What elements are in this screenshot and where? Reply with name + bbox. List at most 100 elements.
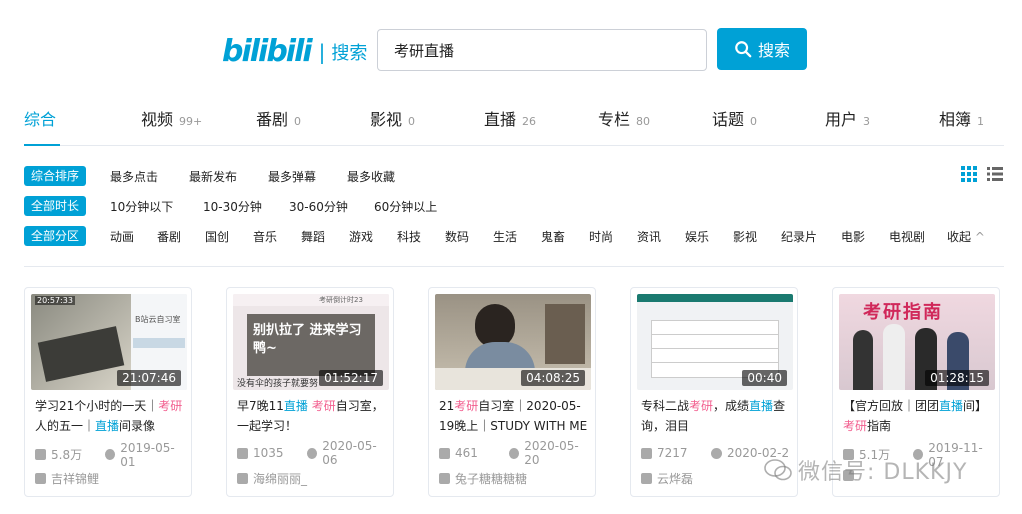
- video-title[interactable]: 21考研自习室｜2020-05-19晚上｜STUDY WITH ME: [439, 396, 589, 436]
- video-meta: 461 2020-05-20: [439, 439, 589, 467]
- zone-option[interactable]: 音乐: [253, 228, 277, 245]
- play-count: 1035: [253, 446, 284, 460]
- uploader-name: 海绵丽丽_: [253, 472, 308, 486]
- uploader[interactable]: 兔子糖糖糖糖: [439, 470, 527, 487]
- zone-option[interactable]: 电影: [841, 228, 865, 245]
- search-icon: [735, 41, 752, 58]
- duration-option-30-60[interactable]: 30-60分钟: [289, 198, 348, 215]
- uploader[interactable]: 吉祥锦鲤: [35, 470, 99, 487]
- thumb-timestamp: 20:57:33: [35, 296, 75, 305]
- video-duration: 00:40: [742, 370, 787, 386]
- zone-option[interactable]: 生活: [493, 228, 517, 245]
- title-text: 学习21个小时的一天｜: [35, 399, 159, 413]
- zone-option[interactable]: 鬼畜: [541, 228, 565, 245]
- zone-option[interactable]: 影视: [733, 228, 757, 245]
- zone-option[interactable]: 娱乐: [685, 228, 709, 245]
- video-thumbnail[interactable]: 20:57:33 B站云自习室 21:07:46: [31, 294, 187, 390]
- title-text: 【官方回放｜团团: [843, 399, 940, 413]
- zone-option[interactable]: 纪录片: [781, 228, 817, 245]
- video-meta: 1035 2020-05-06: [237, 439, 387, 467]
- title-text: 21: [439, 399, 455, 413]
- clock-icon: [307, 447, 318, 459]
- tab-count: 3: [863, 115, 871, 128]
- video-card[interactable]: 04:08:25 21考研自习室｜2020-05-19晚上｜STUDY WITH…: [428, 287, 596, 497]
- zone-filter-row: 全部分区 动画 番剧 国创 音乐 舞蹈 游戏 科技 数码 生活 鬼畜 时尚 资讯…: [24, 226, 1004, 246]
- tab-all[interactable]: 综合: [24, 106, 56, 130]
- search-tabs: 综合 视频 99+ 番剧 0 影视 0 直播 26 专栏 80 话题 0 用户 3 相簿 1: [24, 102, 1004, 146]
- title-keyword: 考研: [689, 399, 714, 413]
- thumb-top-caption: 考研倒计时23: [319, 296, 363, 304]
- zone-option[interactable]: 电视剧: [889, 228, 925, 245]
- video-title[interactable]: 【官方回放｜团团直播间】考研指南: [843, 396, 993, 436]
- tab-live[interactable]: 直播 26: [484, 106, 536, 130]
- zone-option[interactable]: 资讯: [637, 228, 661, 245]
- duration-option-over60[interactable]: 60分钟以上: [374, 198, 437, 215]
- tab-topic[interactable]: 话题 0: [712, 106, 757, 130]
- tab-bangumi[interactable]: 番剧 0: [256, 106, 301, 130]
- sort-option-favorites[interactable]: 最多收藏: [347, 168, 395, 185]
- uploader-name: 吉祥锦鲤: [51, 472, 100, 486]
- list-view-icon[interactable]: [987, 166, 1003, 182]
- uploader[interactable]: 海绵丽丽_: [237, 470, 307, 487]
- tab-article[interactable]: 专栏 80: [598, 106, 650, 130]
- zone-option[interactable]: 时尚: [589, 228, 613, 245]
- play-count: 7217: [657, 446, 688, 460]
- thumb-caption: B站云自习室: [135, 315, 181, 324]
- video-thumbnail[interactable]: 考研倒计时23 别扒拉了 进来学习鸭~ 没有伞的孩子就要努 01:52:17: [233, 294, 389, 390]
- tab-user[interactable]: 用户 3: [825, 106, 870, 130]
- zone-collapse-button[interactable]: 收起 ^: [947, 228, 985, 245]
- duration-filter-row: 全部时长 10分钟以下 10-30分钟 30-60分钟 60分钟以上: [24, 196, 464, 216]
- title-keyword: 考研: [158, 399, 183, 413]
- tab-album[interactable]: 相簿 1: [939, 106, 984, 130]
- grid-view-icon[interactable]: [961, 166, 977, 182]
- video-title[interactable]: 早7晚11直播 考研自习室，一起学习！: [237, 396, 387, 436]
- zone-pill-selected[interactable]: 全部分区: [24, 226, 87, 246]
- video-title[interactable]: 学习21个小时的一天｜考研人的五一｜直播间录像: [35, 396, 185, 436]
- zone-option[interactable]: 舞蹈: [301, 228, 325, 245]
- search-button[interactable]: 搜索: [717, 28, 807, 70]
- duration-option-10-30[interactable]: 10-30分钟: [203, 198, 262, 215]
- duration-pill-selected[interactable]: 全部时长: [24, 196, 87, 216]
- video-thumbnail[interactable]: 04:08:25: [435, 294, 591, 390]
- logo-subtitle: 搜索: [331, 42, 368, 64]
- wechat-watermark: 微信号: DLKKJY: [764, 454, 967, 486]
- tab-count: 99+: [179, 115, 203, 128]
- title-keyword: 考研: [454, 399, 479, 413]
- video-card[interactable]: 考研倒计时23 别扒拉了 进来学习鸭~ 没有伞的孩子就要努 01:52:17 早…: [226, 287, 394, 497]
- tab-film[interactable]: 影视 0: [370, 106, 415, 130]
- video-card[interactable]: 20:57:33 B站云自习室 21:07:46 学习21个小时的一天｜考研人的…: [24, 287, 192, 497]
- title-text: 人的五一｜: [35, 419, 96, 433]
- search-input[interactable]: 考研直播: [377, 29, 707, 71]
- sort-option-danmaku[interactable]: 最多弹幕: [268, 168, 316, 185]
- divider: [24, 266, 1004, 267]
- title-keyword: 考研: [311, 399, 336, 413]
- play-count-icon: [439, 447, 450, 459]
- bilibili-logo[interactable]: bilibili | 搜索: [222, 34, 367, 69]
- uploader[interactable]: 云烨磊: [641, 470, 693, 487]
- video-title[interactable]: 专科二战考研，成绩直播查询，泪目: [641, 396, 791, 436]
- zone-option[interactable]: 国创: [205, 228, 229, 245]
- duration-option-under10[interactable]: 10分钟以下: [110, 198, 173, 215]
- clock-icon: [105, 449, 116, 460]
- title-text: 指南: [867, 419, 892, 433]
- video-thumbnail[interactable]: 考研指南 01:28:15: [839, 294, 995, 390]
- clock-icon: [711, 447, 722, 459]
- sort-option-clicks[interactable]: 最多点击: [110, 168, 158, 185]
- video-meta: 5.8万 2019-05-01: [35, 441, 185, 469]
- tab-count: 1: [977, 115, 985, 128]
- play-count-icon: [641, 447, 652, 459]
- video-thumbnail[interactable]: 00:40: [637, 294, 793, 390]
- zone-option[interactable]: 动画: [110, 228, 134, 245]
- tab-label: 影视: [370, 110, 403, 129]
- zone-option[interactable]: 游戏: [349, 228, 373, 245]
- tab-video[interactable]: 视频 99+: [141, 106, 202, 130]
- zone-option[interactable]: 数码: [445, 228, 469, 245]
- sort-pill-selected[interactable]: 综合排序: [24, 166, 87, 186]
- sort-option-newest[interactable]: 最新发布: [189, 168, 237, 185]
- zone-option[interactable]: 番剧: [157, 228, 181, 245]
- logo-separator: |: [318, 39, 326, 64]
- tab-count: 0: [750, 115, 758, 128]
- tab-label: 直播: [484, 110, 517, 129]
- zone-option[interactable]: 科技: [397, 228, 421, 245]
- tab-label: 相簿: [939, 110, 972, 129]
